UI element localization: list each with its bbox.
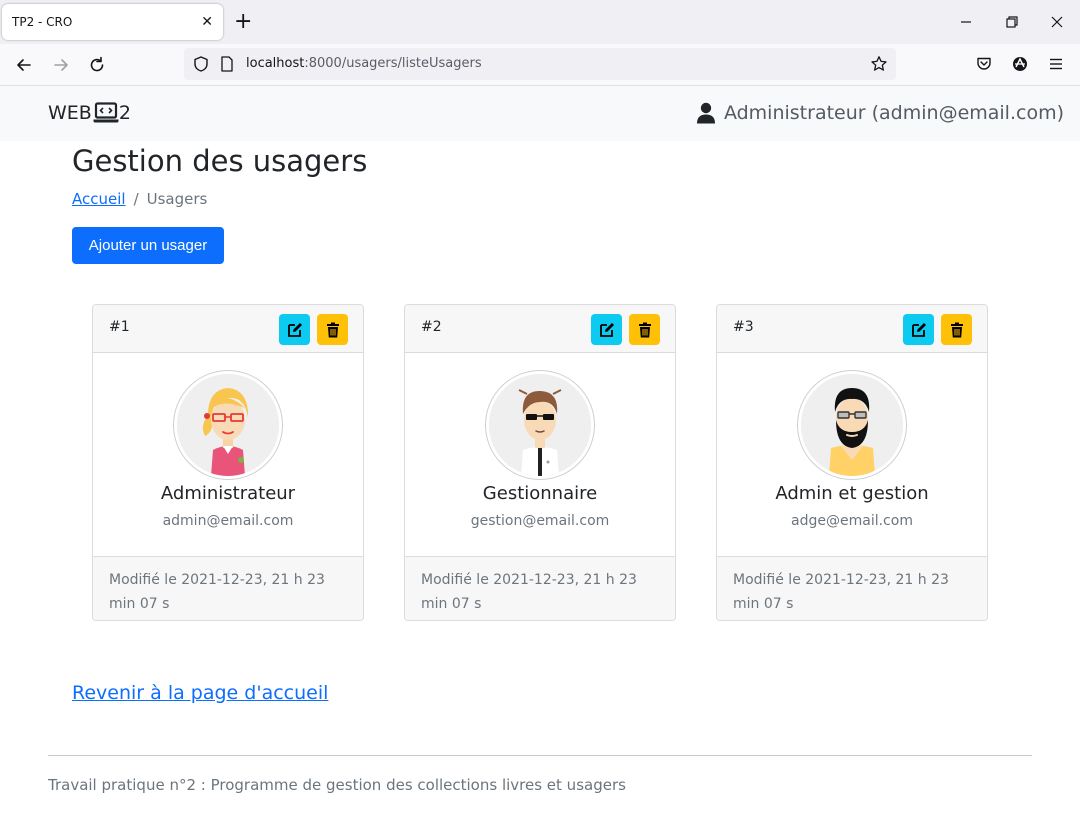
url-host: localhost bbox=[246, 56, 305, 71]
brand-text-right: 2 bbox=[118, 102, 131, 124]
hamburger-menu-icon[interactable] bbox=[1047, 55, 1065, 73]
bearded-man-avatar-icon bbox=[801, 374, 903, 476]
breadcrumb-home-link[interactable]: Accueil bbox=[72, 190, 126, 208]
url-bar[interactable]: localhost:8000/usagers/listeUsagers bbox=[184, 48, 896, 80]
card-header: #1 bbox=[93, 305, 363, 353]
card-header: #3 bbox=[717, 305, 987, 353]
breadcrumb: Accueil / Usagers bbox=[72, 190, 207, 208]
restore-icon[interactable] bbox=[1002, 12, 1022, 32]
user-modified-date: Modifié le 2021-12-23, 21 h 23 min 07 s bbox=[421, 572, 637, 612]
delete-user-button[interactable] bbox=[629, 314, 660, 345]
back-arrow-icon[interactable] bbox=[13, 54, 35, 76]
site-header: WEB 2 Administrateur (admin@email.com) bbox=[0, 86, 1080, 141]
avatar bbox=[485, 370, 595, 480]
card-footer: Modifié le 2021-12-23, 21 h 23 min 07 s bbox=[405, 556, 675, 620]
user-id: #2 bbox=[421, 319, 442, 335]
forward-arrow-icon[interactable] bbox=[50, 54, 72, 76]
user-name: Admin et gestion bbox=[775, 483, 929, 504]
extension-icon[interactable] bbox=[1011, 55, 1029, 73]
edit-user-button[interactable] bbox=[903, 314, 934, 345]
user-email: gestion@email.com bbox=[470, 513, 610, 529]
footer-text: Travail pratique n°2 : Programme de gest… bbox=[48, 776, 626, 794]
page-title: Gestion des usagers bbox=[72, 144, 368, 178]
avatar bbox=[173, 370, 283, 480]
user-modified-date: Modifié le 2021-12-23, 21 h 23 min 07 s bbox=[733, 572, 949, 612]
brand-logo[interactable]: WEB 2 bbox=[48, 102, 131, 124]
browser-tab-bar: TP2 - CRO ✕ + bbox=[0, 0, 1080, 44]
trash-icon bbox=[638, 322, 651, 337]
card-footer: Modifié le 2021-12-23, 21 h 23 min 07 s bbox=[93, 556, 363, 620]
edit-user-button[interactable] bbox=[591, 314, 622, 345]
bookmark-star-icon[interactable] bbox=[870, 55, 888, 73]
url-path: :8000/usagers/listeUsagers bbox=[304, 56, 482, 71]
user-id: #3 bbox=[733, 319, 754, 335]
user-id: #1 bbox=[109, 319, 130, 335]
user-icon bbox=[696, 102, 715, 124]
browser-tab[interactable]: TP2 - CRO ✕ bbox=[2, 4, 223, 40]
page-icon bbox=[221, 56, 233, 72]
avatar bbox=[797, 370, 907, 480]
new-tab-icon[interactable]: + bbox=[234, 10, 252, 34]
user-card: #2 Gestionnaire gestion@email.com Modifi… bbox=[404, 304, 676, 621]
user-card: #3 Admin et gestion adge@email.com Modif… bbox=[716, 304, 988, 621]
user-modified-date: Modifié le 2021-12-23, 21 h 23 min 07 s bbox=[109, 572, 325, 612]
tab-title: TP2 - CRO bbox=[12, 15, 73, 29]
trash-icon bbox=[950, 322, 963, 337]
back-home-link[interactable]: Revenir à la page d'accueil bbox=[72, 682, 328, 704]
edit-icon bbox=[287, 322, 302, 337]
browser-toolbar: localhost:8000/usagers/listeUsagers bbox=[0, 44, 1080, 86]
close-tab-icon[interactable]: ✕ bbox=[201, 13, 213, 31]
edit-user-button[interactable] bbox=[279, 314, 310, 345]
user-email: adge@email.com bbox=[791, 513, 913, 529]
card-header: #2 bbox=[405, 305, 675, 353]
man-sunglasses-avatar-icon bbox=[489, 374, 591, 476]
shield-icon[interactable] bbox=[192, 55, 210, 73]
user-menu[interactable]: Administrateur (admin@email.com) bbox=[696, 102, 1064, 124]
reload-icon[interactable] bbox=[86, 54, 108, 76]
add-user-button[interactable]: Ajouter un usager bbox=[72, 227, 224, 264]
trash-icon bbox=[326, 322, 339, 337]
user-name: Gestionnaire bbox=[482, 483, 598, 504]
brand-text-left: WEB bbox=[48, 102, 92, 124]
card-footer: Modifié le 2021-12-23, 21 h 23 min 07 s bbox=[717, 556, 987, 620]
breadcrumb-separator: / bbox=[133, 190, 139, 208]
pocket-icon[interactable] bbox=[975, 55, 993, 73]
footer-divider bbox=[48, 755, 1032, 756]
delete-user-button[interactable] bbox=[317, 314, 348, 345]
user-card-list: #1 Administrateur admin@email.com Modifi… bbox=[92, 304, 988, 622]
woman-glasses-avatar-icon bbox=[177, 374, 279, 476]
user-name: Administrateur bbox=[160, 483, 296, 504]
breadcrumb-current: Usagers bbox=[146, 190, 208, 208]
user-label: Administrateur (admin@email.com) bbox=[723, 102, 1064, 124]
delete-user-button[interactable] bbox=[941, 314, 972, 345]
laptop-code-icon bbox=[93, 102, 119, 123]
minimize-icon[interactable] bbox=[956, 12, 976, 32]
close-window-icon[interactable] bbox=[1047, 12, 1067, 32]
url-text[interactable]: localhost:8000/usagers/listeUsagers bbox=[246, 56, 482, 71]
edit-icon bbox=[599, 322, 614, 337]
edit-icon bbox=[911, 322, 926, 337]
user-email: admin@email.com bbox=[162, 513, 294, 529]
user-card: #1 Administrateur admin@email.com Modifi… bbox=[92, 304, 364, 621]
